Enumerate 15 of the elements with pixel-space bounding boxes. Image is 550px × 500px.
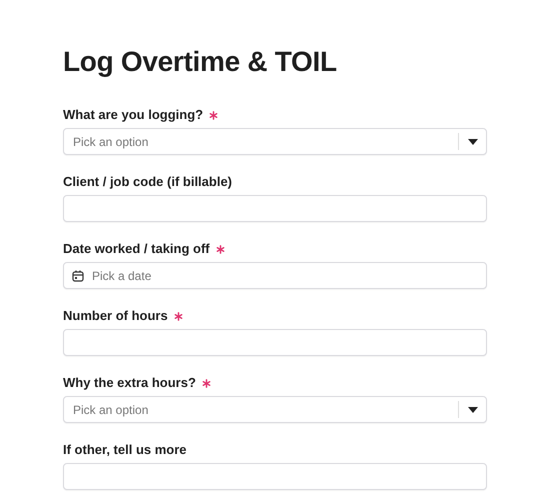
date-field[interactable]: Pick a date [63,262,487,289]
caret-icon [468,406,478,412]
field-label: If other, tell us more [63,442,187,458]
input-field[interactable] [63,463,487,490]
field-label: Number of hours [63,308,168,324]
field-label: Why the extra hours? [63,375,196,391]
dropdown-field[interactable]: Pick an option [63,128,487,155]
dropdown-field[interactable]: Pick an option [63,396,487,423]
input-field[interactable] [63,329,487,356]
input-field[interactable] [63,195,487,222]
caret-icon [468,138,478,144]
form-title: Log Overtime & TOIL [63,45,338,79]
field-label: What are you logging? [63,107,204,123]
field-label: Client / job code (if billable) [63,174,232,190]
field-label: Date worked / taking off [63,241,210,257]
